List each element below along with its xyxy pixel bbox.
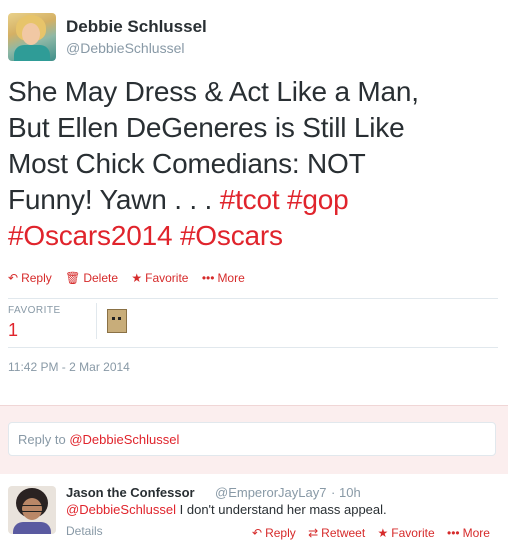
more-icon: ••• xyxy=(447,526,460,540)
reply-input-prefix: Reply to xyxy=(18,432,70,447)
reply-input[interactable]: Reply to @DebbieSchlussel xyxy=(8,422,496,456)
favorite-button[interactable]: ★ Favorite xyxy=(378,526,435,540)
tweet-text-fragment: Funny! Yawn . . . xyxy=(8,184,220,215)
user-name[interactable]: Debbie Schlussel xyxy=(66,17,207,37)
favorite-label: Favorite xyxy=(391,526,435,540)
divider xyxy=(8,298,498,299)
reply-button[interactable]: ↶ Reply xyxy=(8,271,52,285)
retweet-label: Retweet xyxy=(321,526,366,540)
tweet-text-line: Most Chick Comedians: NOT xyxy=(8,148,366,179)
mention-link[interactable]: @DebbieSchlussel xyxy=(66,502,176,517)
reply-input-mention: @DebbieSchlussel xyxy=(69,432,180,447)
reply-icon: ↶ xyxy=(252,526,263,540)
hashtag-link[interactable]: #Oscars2014 xyxy=(8,220,173,251)
avatar[interactable] xyxy=(8,13,56,61)
favoriter-avatar[interactable] xyxy=(107,309,127,333)
more-button[interactable]: ••• More xyxy=(447,526,490,540)
reply-tweet[interactable]: Jason the Confessor @EmperorJayLay7 · 10… xyxy=(0,474,508,541)
star-icon: ★ xyxy=(131,271,143,285)
tweet-text-line: #Oscars2014 #Oscars xyxy=(8,218,500,254)
hashtag-link[interactable]: #gop xyxy=(287,184,349,215)
retweet-button[interactable]: ⇄ Retweet xyxy=(308,526,365,540)
reply-text-body: I don't understand her mass appeal. xyxy=(176,502,387,517)
tweet-text-line: She May Dress & Act Like a Man, xyxy=(8,76,419,107)
divider xyxy=(96,303,97,339)
avatar[interactable] xyxy=(8,486,56,534)
reply-icon: ↶ xyxy=(8,271,19,285)
reply-text: @DebbieSchlussel I don't understand her … xyxy=(66,502,387,517)
tweet-timestamp[interactable]: 11:42 PM - 2 Mar 2014 xyxy=(8,360,130,374)
details-link[interactable]: Details xyxy=(66,524,103,538)
retweet-icon: ⇄ xyxy=(308,526,319,540)
tweet-header: Debbie Schlussel @DebbieSchlussel xyxy=(8,13,498,61)
tweet-text-line: Funny! Yawn . . . #tcot #gop xyxy=(8,182,500,218)
tweet-text: She May Dress & Act Like a Man, But Elle… xyxy=(8,74,500,254)
more-icon: ••• xyxy=(201,271,215,285)
divider xyxy=(8,347,498,348)
reply-user-handle[interactable]: @EmperorJayLay7 xyxy=(215,485,326,500)
tweet-actions: ↶ Reply 🗑 Delete ★ Favorite ••• More xyxy=(8,271,255,285)
user-handle[interactable]: @DebbieSchlussel xyxy=(66,40,185,56)
stat-label: FAVORITE xyxy=(8,305,61,316)
favorite-stats[interactable]: FAVORITE 1 xyxy=(8,305,108,345)
reply-actions: ↶ Reply ⇄ Retweet ★ Favorite ••• More xyxy=(252,526,499,540)
reply-label: Reply xyxy=(21,271,52,285)
more-label: More xyxy=(217,271,245,285)
delete-label: Delete xyxy=(83,271,119,285)
hashtag-link[interactable]: #tcot xyxy=(220,184,280,215)
hashtag-link[interactable]: #Oscars xyxy=(180,220,283,251)
tweet-text-line: But Ellen DeGeneres is Still Like xyxy=(8,112,405,143)
reply-area: Reply to @DebbieSchlussel xyxy=(0,405,508,475)
favorite-label: Favorite xyxy=(145,271,189,285)
reply-button[interactable]: ↶ Reply xyxy=(252,526,296,540)
reply-label: Reply xyxy=(265,526,296,540)
reply-user-name[interactable]: Jason the Confessor xyxy=(66,485,195,500)
more-button[interactable]: ••• More xyxy=(202,271,245,285)
stat-value: 1 xyxy=(8,320,19,340)
delete-button[interactable]: 🗑 Delete xyxy=(65,271,118,285)
star-icon: ★ xyxy=(377,526,389,540)
favorite-button[interactable]: ★ Favorite xyxy=(131,271,188,285)
reply-time[interactable]: 10h xyxy=(339,485,361,500)
separator-dot: · xyxy=(331,485,336,500)
more-label: More xyxy=(462,526,490,540)
trash-icon: 🗑 xyxy=(65,271,81,285)
